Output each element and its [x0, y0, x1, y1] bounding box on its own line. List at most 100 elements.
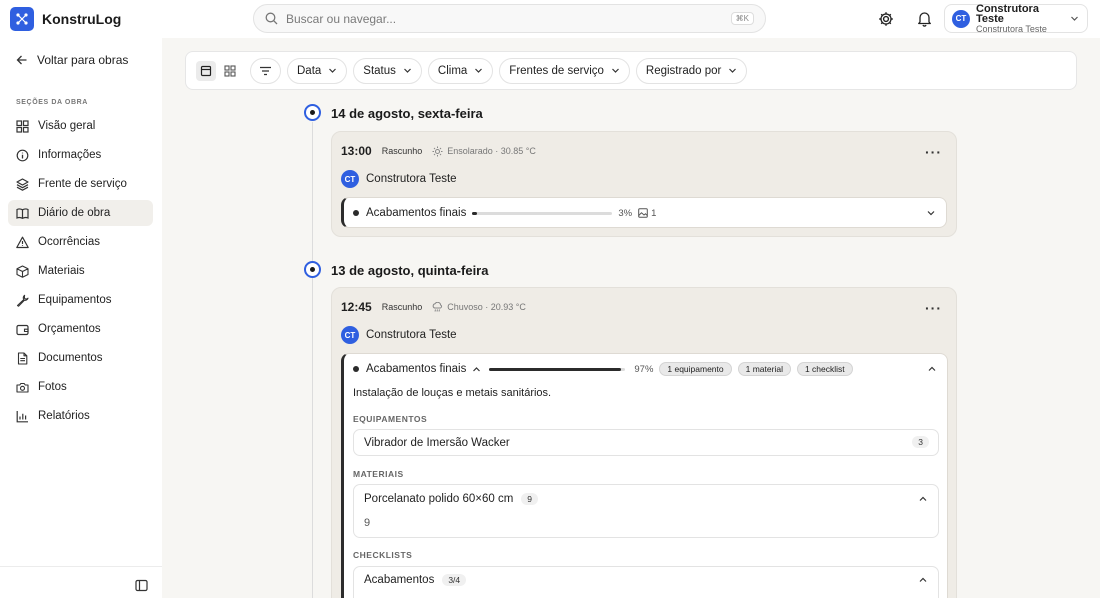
filter-data[interactable]: Data	[287, 57, 348, 84]
filter-label: Frentes de serviço	[509, 64, 604, 77]
diary-entry[interactable]: 12:45 Rascunho Chuvoso · 20.93 °C ··· CT…	[331, 287, 957, 598]
sidebar-item-relatorios[interactable]: Relatórios	[8, 403, 153, 429]
filter-label: Data	[297, 64, 322, 77]
sidebar-item-frente-de-servico[interactable]: Frente de serviço	[8, 171, 153, 197]
checklist-progress: 3/4	[442, 574, 467, 586]
checklists-section-label: CHECKLISTS	[353, 550, 413, 560]
timeline-line	[312, 122, 313, 598]
chevron-down-icon	[474, 66, 483, 75]
sidebar-nav: Visão geral Informações Frente de serviç…	[8, 113, 153, 432]
sidebar-item-fotos[interactable]: Fotos	[8, 374, 153, 400]
checklist-title: Acabamentos 3/4	[364, 574, 467, 586]
filter-status[interactable]: Status	[353, 57, 422, 84]
image-icon	[638, 208, 648, 218]
sidebar-item-documentos[interactable]: Documentos	[8, 345, 153, 371]
chevron-down-icon	[611, 66, 620, 75]
search-bar[interactable]: Buscar ou navegar... ⌘K	[253, 4, 766, 33]
equipment-count-chip: 1 equipamento	[659, 362, 732, 376]
user-menu[interactable]: CT Construtora Teste Construtora Teste	[944, 2, 1088, 34]
filter-frentes-de-servico[interactable]: Frentes de serviço	[499, 57, 630, 84]
day-title: 13 de agosto, quinta-feira	[331, 263, 489, 278]
chevron-up-icon[interactable]	[918, 494, 928, 504]
filter-label: Registrado por	[645, 64, 722, 77]
chevron-up-icon[interactable]	[918, 575, 928, 585]
progress-bar	[489, 367, 626, 371]
filter-label: Status	[363, 64, 396, 77]
material-quantity: 9	[521, 493, 539, 505]
entry-author: CT Construtora Teste	[341, 170, 457, 188]
equipment-quantity: 3	[912, 436, 929, 448]
sidebar-item-label: Diário de obra	[38, 207, 111, 219]
more-options-button[interactable]: ···	[925, 300, 942, 316]
sidebar-item-diario-de-obra[interactable]: Diário de obra	[8, 200, 153, 226]
front-name: Acabamentos finais	[366, 207, 467, 219]
photo-count-value: 1	[651, 207, 657, 219]
status-badge: Rascunho	[381, 146, 423, 156]
service-front-card[interactable]: Acabamentos finais 97% 1 equipamento 1 m…	[341, 353, 948, 598]
material-item[interactable]: Porcelanato polido 60×60 cm 9 9	[353, 484, 939, 538]
chevron-down-icon	[1070, 14, 1079, 23]
front-name: Acabamentos finais	[366, 363, 467, 375]
day-title: 14 de agosto, sexta-feira	[331, 106, 483, 121]
progress-bar	[472, 211, 613, 215]
front-description: Instalação de louças e metais sanitários…	[353, 387, 552, 399]
entry-author: CT Construtora Teste	[341, 326, 457, 344]
notifications-button[interactable]	[914, 9, 934, 29]
materials-section-label: MATERIAIS	[353, 469, 404, 479]
wallet-icon	[16, 323, 29, 336]
progress-percent: 3%	[618, 207, 633, 219]
search-icon	[265, 12, 278, 25]
more-options-button[interactable]: ···	[925, 144, 942, 160]
search-input[interactable]: Buscar ou navegar...	[286, 12, 731, 26]
checklist-item[interactable]: Acabamentos 3/4	[353, 566, 939, 598]
sidebar-item-informacoes[interactable]: Informações	[8, 142, 153, 168]
filter-options-button[interactable]	[250, 57, 281, 84]
service-front-card[interactable]: Acabamentos finais 3% 1	[341, 197, 947, 228]
diary-entry[interactable]: 13:00 Rascunho Ensolarado · 30.85 °C ···…	[331, 131, 957, 237]
checklist-name: Acabamentos	[364, 574, 435, 586]
progress-percent: 97%	[634, 363, 654, 375]
settings-button[interactable]	[876, 9, 896, 29]
material-count-chip: 1 material	[737, 362, 791, 376]
user-company: Construtora Teste	[976, 23, 1047, 34]
checklist-count-chip: 1 checklist	[796, 362, 853, 376]
avatar: CT	[341, 170, 359, 188]
material-detail: 9	[364, 517, 371, 529]
user-name: Construtora Teste	[976, 2, 1039, 25]
back-to-projects-link[interactable]: Voltar para obras	[16, 53, 128, 67]
filter-clima[interactable]: Clima	[427, 57, 494, 84]
sidebar-item-materiais[interactable]: Materiais	[8, 258, 153, 284]
layers-icon	[16, 177, 29, 191]
weather-info: Chuvoso · 20.93 °C	[432, 301, 526, 313]
filter-registrado-por[interactable]: Registrado por	[635, 57, 748, 84]
sidebar-item-label: Ocorrências	[38, 236, 100, 248]
app-name: KonstruLog	[42, 11, 122, 27]
sidebar-item-orcamentos[interactable]: Orçamentos	[8, 316, 153, 342]
grid-view-button[interactable]	[220, 61, 240, 81]
avatar: CT	[952, 9, 970, 28]
sidebar-item-equipamentos[interactable]: Equipamentos	[8, 287, 153, 313]
sidebar-item-label: Fotos	[38, 381, 67, 393]
grid-icon	[16, 119, 29, 133]
author-name: Construtora Teste	[366, 329, 457, 341]
top-bar: KonstruLog Buscar ou navegar... ⌘K CT Co…	[0, 0, 1100, 38]
app-logo[interactable]: KonstruLog	[10, 7, 121, 31]
weather-label: Chuvoso · 20.93 °C	[447, 302, 526, 312]
collapse-sidebar-button[interactable]	[131, 575, 151, 595]
author-name: Construtora Teste	[366, 173, 457, 185]
equipment-item[interactable]: Vibrador de Imersão Wacker 3	[353, 429, 939, 456]
section-label: SEÇÕES DA OBRA	[16, 99, 88, 106]
chevron-up-icon[interactable]	[927, 364, 937, 374]
grid-view-icon	[224, 64, 236, 77]
timeline-dot	[304, 104, 321, 121]
photo-count: 1	[638, 208, 656, 219]
sidebar-item-visao-geral[interactable]: Visão geral	[8, 113, 153, 139]
chevron-down-icon	[403, 66, 412, 75]
sidebar-item-ocorrencias[interactable]: Ocorrências	[8, 229, 153, 255]
chevron-up-icon[interactable]	[472, 365, 481, 374]
view-toggle	[196, 60, 240, 81]
chevron-down-icon[interactable]	[926, 208, 936, 218]
arrow-left-icon	[16, 54, 28, 66]
avatar: CT	[341, 326, 359, 344]
list-view-button[interactable]	[196, 60, 216, 81]
